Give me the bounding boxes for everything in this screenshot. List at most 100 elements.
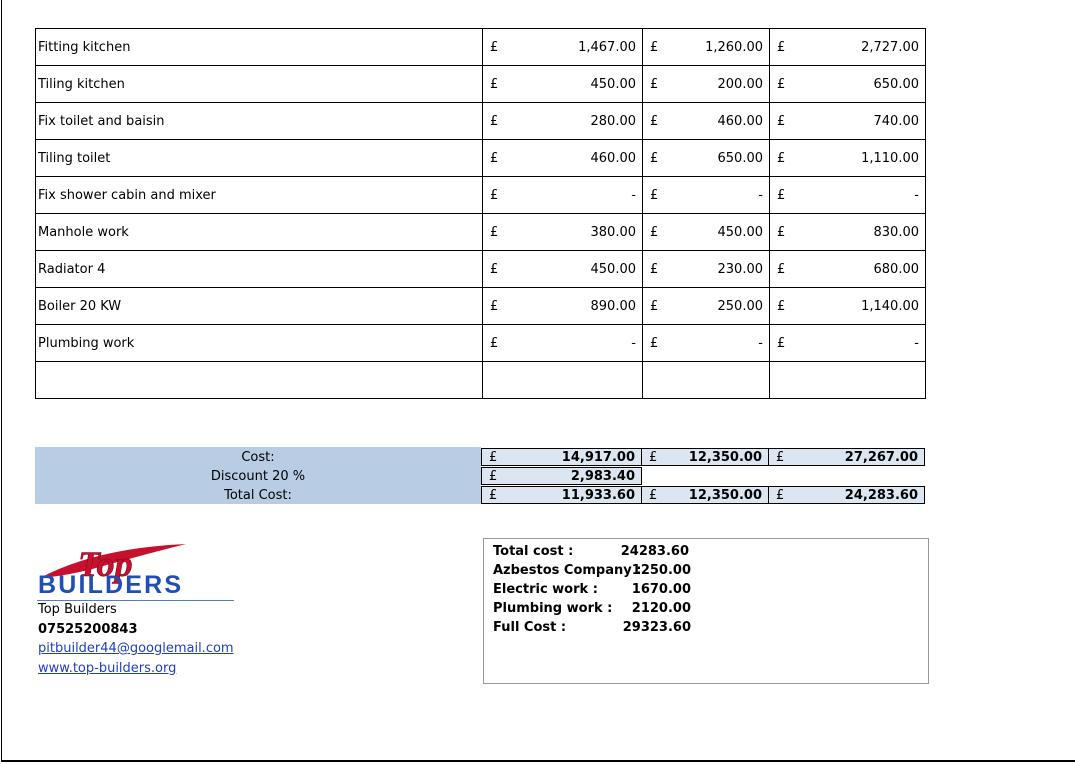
currency-symbol: £: [489, 488, 498, 503]
amount-cell-3: £ -: [769, 176, 926, 214]
amount-cell-1: £890.00: [482, 287, 643, 325]
cost-cell-3: £ 27,267.00: [768, 448, 925, 466]
item-description: Fix shower cabin and mixer: [35, 176, 483, 214]
summary-label: Plumbing work :: [493, 601, 613, 616]
table-row: Tiling kitchen £450.00 £200.00 £650.00: [35, 65, 926, 103]
table-row: Manhole work £380.00 £450.00 £830.00: [35, 213, 926, 251]
amount-value: -: [758, 187, 763, 203]
cost-value-3: 27,267.00: [844, 450, 918, 465]
currency-symbol: £: [490, 76, 499, 92]
currency-symbol: £: [649, 450, 658, 465]
table-row: Tiling toilet £460.00 £650.00 £1,110.00: [35, 139, 926, 177]
amount-value: 450.00: [590, 76, 637, 92]
discount-value: 2,983.40: [570, 469, 635, 484]
cost-table: Fitting kitchen £1,467.00 £1,260.00 £2,727.…: [35, 28, 926, 399]
summary-value: 1250.00: [631, 563, 691, 578]
amount-value: -: [914, 335, 919, 351]
amount-cell-2: £1,260.00: [642, 28, 770, 66]
amount-value: -: [631, 187, 636, 203]
currency-symbol: £: [650, 150, 659, 166]
item-description: Fix toilet and baisin: [35, 102, 483, 140]
table-row: Fitting kitchen £1,467.00 £1,260.00 £2,727.…: [35, 28, 926, 66]
amount-cell-3: £650.00: [769, 65, 926, 103]
empty-cell: [642, 361, 770, 399]
page-border-left: [1, 0, 2, 762]
summary-box: Total cost : 24283.60 Azbestos Company :…: [483, 538, 929, 684]
currency-symbol: £: [490, 224, 499, 240]
amount-cell-3: £1,140.00: [769, 287, 926, 325]
currency-symbol: £: [489, 469, 498, 484]
summary-label: Full Cost :: [493, 620, 567, 635]
table-row: Plumbing work £ - £ - £ -: [35, 324, 926, 362]
amount-cell-1: £ -: [482, 324, 643, 362]
total-value-2: 12,350.00: [688, 488, 762, 503]
cost-value-1: 14,917.00: [561, 450, 635, 465]
table-row: Fix shower cabin and mixer £ - £ - £ -: [35, 176, 926, 214]
table-row-empty: [35, 361, 926, 399]
amount-cell-2: £ -: [642, 176, 770, 214]
website-link[interactable]: www.top-builders.org: [38, 660, 176, 678]
email-link[interactable]: pitbuilder44@googlemail.com: [38, 640, 234, 658]
amount-value: 460.00: [590, 150, 637, 166]
item-description: Fitting kitchen: [35, 28, 483, 66]
amount-value: 380.00: [590, 224, 637, 240]
amount-value: 1,467.00: [578, 39, 636, 55]
empty-cell: [769, 361, 926, 399]
currency-symbol: £: [650, 39, 659, 55]
amount-cell-2: £650.00: [642, 139, 770, 177]
currency-symbol: £: [650, 261, 659, 277]
currency-symbol: £: [777, 39, 786, 55]
amount-value: 890.00: [590, 298, 637, 314]
amount-cell-1: £450.00: [482, 65, 643, 103]
amount-value: 680.00: [873, 261, 920, 277]
amount-value: 450.00: [717, 224, 764, 240]
total-cell-3: £ 24,283.60: [768, 486, 925, 504]
item-description: Radiator 4: [35, 250, 483, 288]
amount-value: 1,140.00: [861, 298, 919, 314]
amount-cell-2: £200.00: [642, 65, 770, 103]
item-description: Boiler 20 KW: [35, 287, 483, 325]
currency-symbol: £: [777, 76, 786, 92]
amount-value: 1,260.00: [705, 39, 763, 55]
item-description: Tiling kitchen: [35, 65, 483, 103]
amount-cell-3: £740.00: [769, 102, 926, 140]
currency-symbol: £: [777, 298, 786, 314]
amount-value: 460.00: [717, 113, 764, 129]
total-value-3: 24,283.60: [844, 488, 918, 503]
cost-cell-2: £ 12,350.00: [641, 448, 769, 466]
phone-number: 07525200843: [38, 622, 138, 637]
summary-label: Electric work :: [493, 582, 598, 597]
amount-value: 280.00: [590, 113, 637, 129]
discount-label: Discount 20 %: [210, 469, 306, 484]
currency-symbol: £: [490, 187, 499, 203]
currency-symbol: £: [650, 187, 659, 203]
amount-value: 1,110.00: [861, 150, 919, 166]
amount-value: -: [631, 335, 636, 351]
currency-symbol: £: [490, 150, 499, 166]
amount-value: 230.00: [717, 261, 764, 277]
currency-symbol: £: [650, 298, 659, 314]
table-row: Fix toilet and baisin £280.00 £460.00 £740.…: [35, 102, 926, 140]
currency-symbol: £: [650, 224, 659, 240]
currency-symbol: £: [777, 150, 786, 166]
amount-cell-1: £280.00: [482, 102, 643, 140]
summary-value: 1670.00: [631, 582, 691, 597]
currency-symbol: £: [490, 335, 499, 351]
amount-value: 450.00: [590, 261, 637, 277]
currency-symbol: £: [650, 113, 659, 129]
table-row: Boiler 20 KW £890.00 £250.00 £1,140.00: [35, 287, 926, 325]
summary-value: 2120.00: [631, 601, 691, 616]
total-cell-1: £ 11,933.60: [481, 486, 642, 504]
currency-symbol: £: [490, 261, 499, 277]
amount-cell-2: £460.00: [642, 102, 770, 140]
amount-cell-1: £ -: [482, 176, 643, 214]
total-cost-label: Total Cost:: [224, 488, 292, 503]
logo-builders-text: BUILDERS: [38, 571, 181, 599]
amount-value: 250.00: [717, 298, 764, 314]
page-border-bottom: [1, 760, 1075, 762]
amount-cell-1: £380.00: [482, 213, 643, 251]
currency-symbol: £: [490, 113, 499, 129]
amount-cell-1: £450.00: [482, 250, 643, 288]
amount-cell-1: £460.00: [482, 139, 643, 177]
empty-cell: [482, 361, 643, 399]
